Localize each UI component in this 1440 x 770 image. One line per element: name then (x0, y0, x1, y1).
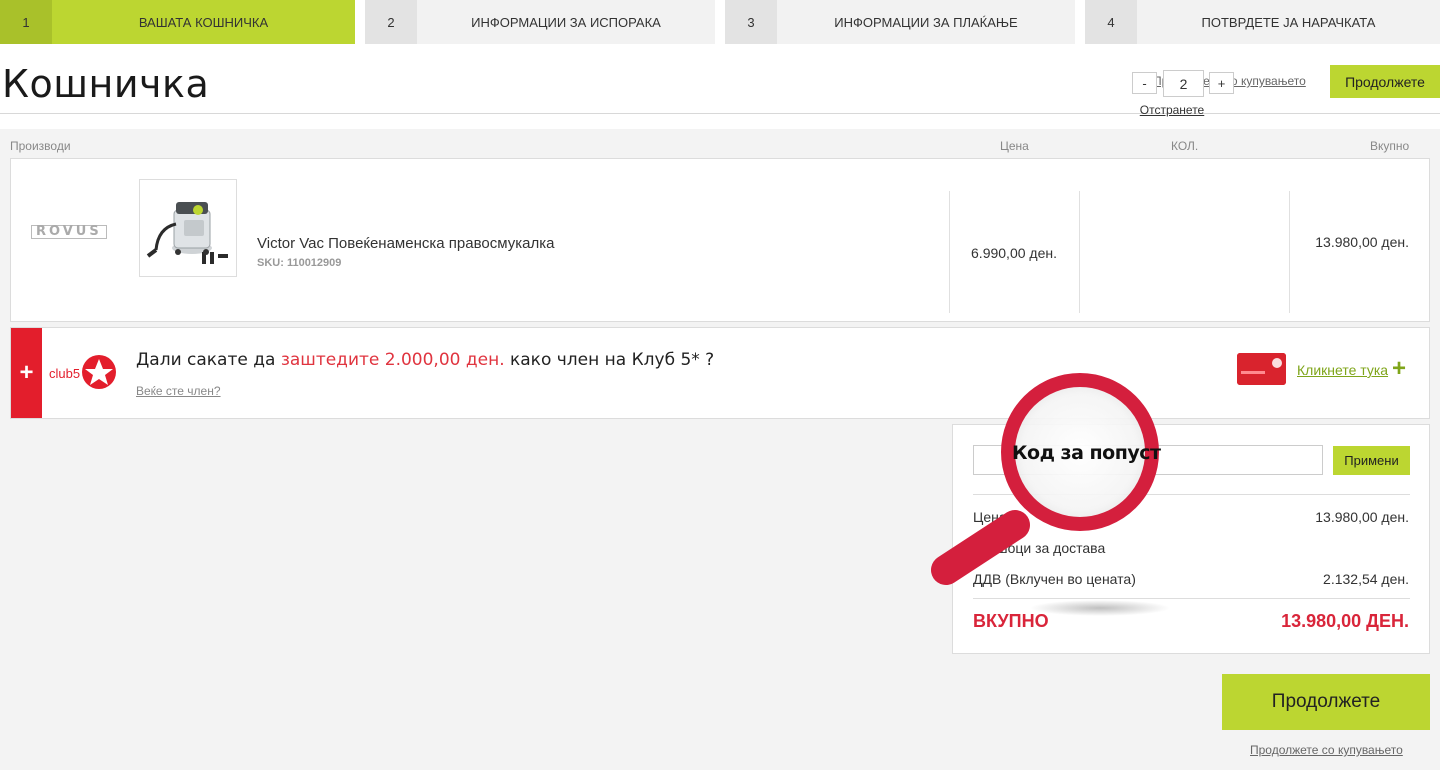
page-title: Кошничка (2, 62, 210, 106)
continue-button[interactable]: Продолжете (1330, 65, 1440, 98)
column-divider (1289, 191, 1290, 313)
product-total: 13.980,00 ден. (1315, 234, 1409, 250)
divider (973, 598, 1410, 599)
step-number: 2 (365, 0, 417, 44)
continue-checkout-button[interactable]: Продолжете (1222, 674, 1430, 730)
step-label: ИНФОРМАЦИИ ЗА ИСПОРАКА (471, 14, 661, 30)
column-header-products: Производи (10, 139, 71, 153)
club-card-icon (1237, 353, 1286, 385)
qty-decrease-button[interactable]: - (1132, 72, 1157, 94)
column-header-qty: КОЛ. (1171, 139, 1199, 153)
apply-coupon-button[interactable]: Примени (1333, 446, 1410, 475)
savings-amount: заштедите 2.000,00 ден. (280, 350, 505, 370)
product-price: 6.990,00 ден. (971, 245, 1057, 261)
plus-icon: + (11, 328, 42, 418)
club5-click-here-link[interactable]: Кликнете тука (1297, 362, 1388, 378)
continue-shopping-link-bottom[interactable]: Продолжете со купувањето (1250, 743, 1403, 757)
vacuum-cleaner-icon (146, 202, 228, 264)
subtotal-label: Цена (973, 509, 1007, 525)
step-label: ВАШАТА КОШНИЧКА (138, 14, 269, 30)
product-name[interactable]: Victor Vac Повеќенаменска правосмукалка (257, 235, 554, 252)
remove-item-link[interactable]: Отстранете (1110, 103, 1234, 117)
cart-item: ROVUS Victor Vac Повеќенаменска правосму… (10, 158, 1430, 322)
column-header-price: Цена (1000, 139, 1029, 153)
order-total-value: 13.980,00 ДЕН. (1281, 611, 1409, 631)
coupon-code-label: Код за попуст (1012, 442, 1161, 464)
vat-label: ДДВ (Вклучен во цената) (973, 571, 1136, 587)
step-payment[interactable]: 3 ИНФОРМАЦИИ ЗА ПЛАЌАЊЕ (725, 0, 1075, 44)
subtotal-value: 13.980,00 ден. (1315, 509, 1409, 525)
svg-text:club5: club5 (49, 366, 80, 381)
plus-icon[interactable]: + (1392, 357, 1406, 381)
step-confirm[interactable]: 4 ПОТВРДЕТЕ ЈА НАРАЧКАТА (1085, 0, 1440, 44)
step-label: ПОТВРДЕТЕ ЈА НАРАЧКАТА (1201, 14, 1376, 30)
step-delivery[interactable]: 2 ИНФОРМАЦИИ ЗА ИСПОРАКА (365, 0, 715, 44)
already-member-link[interactable]: Веќе сте член? (136, 384, 221, 398)
product-image[interactable] (139, 179, 237, 277)
club5-logo: club5 (49, 355, 116, 389)
club5-offer-text: Дали сакате да заштедите 2.000,00 ден. к… (136, 350, 715, 370)
step-label: ИНФОРМАЦИИ ЗА ПЛАЌАЊЕ (834, 14, 1018, 30)
column-header-total: Вкупно (1370, 139, 1410, 153)
step-cart[interactable]: 1 ВАШАТА КОШНИЧКА (0, 0, 355, 44)
product-sku: SKU: 110012909 (257, 257, 342, 269)
brand-logo: ROVUS (31, 221, 107, 239)
step-number: 1 (0, 0, 52, 44)
qty-input[interactable] (1163, 70, 1204, 97)
vat-value: 2.132,54 ден. (1323, 571, 1409, 587)
shipping-label: Трошоци за достава (973, 540, 1106, 556)
qty-increase-button[interactable]: + (1209, 72, 1234, 94)
divider (973, 494, 1410, 495)
column-divider (1079, 191, 1080, 313)
step-number: 4 (1085, 0, 1137, 44)
step-number: 3 (725, 0, 777, 44)
order-total-label: ВКУПНО (973, 611, 1049, 631)
checkout-steps: 1 ВАШАТА КОШНИЧКА 2 ИНФОРМАЦИИ ЗА ИСПОРА… (0, 0, 1440, 44)
club5-banner: + club5 Дали сакате да заштедите 2.000,0… (10, 327, 1430, 419)
